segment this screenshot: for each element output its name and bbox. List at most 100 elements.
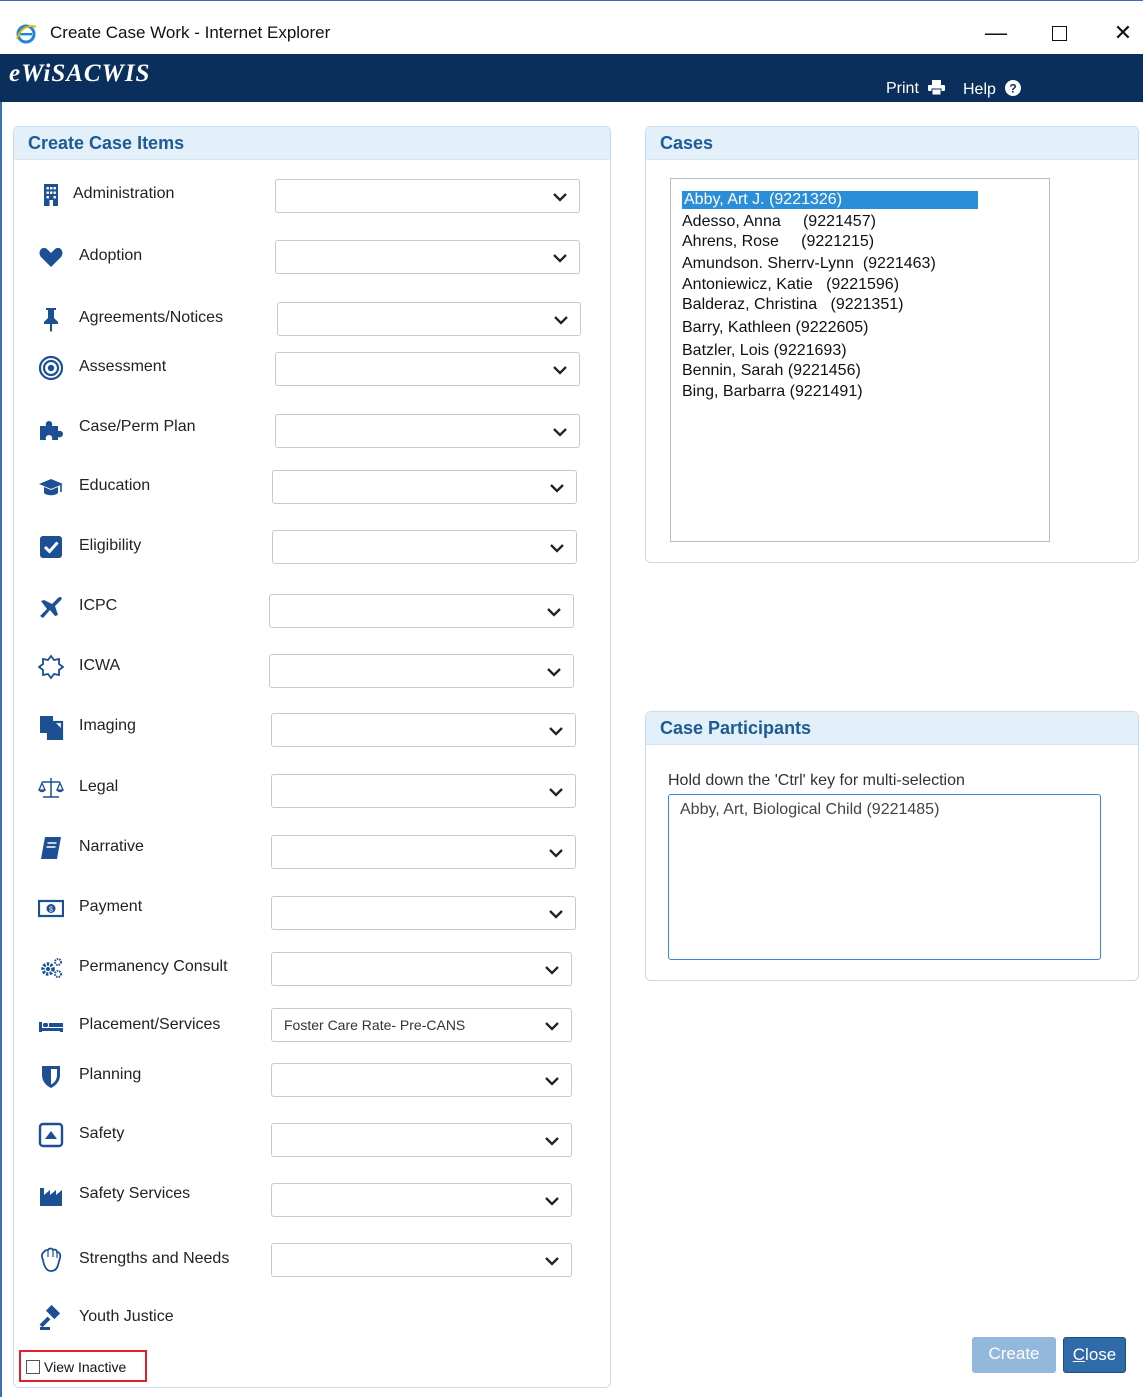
participant-list-item[interactable]: Abby, Art, Biological Child (9221485) <box>680 801 939 819</box>
case-item-select[interactable] <box>277 302 581 336</box>
app-header: eWiSACWIS Print Help ? <box>0 54 1143 102</box>
print-label: Print <box>886 80 919 97</box>
window-left-border <box>0 102 2 1397</box>
svg-text:?: ? <box>1010 82 1017 96</box>
view-inactive-label: View Inactive <box>44 1359 127 1375</box>
chevron-down-icon <box>550 541 564 555</box>
target-icon <box>38 355 64 381</box>
case-list-item[interactable]: Antoniewicz, Katie (9221596) <box>682 276 899 294</box>
case-item-select[interactable] <box>271 1063 572 1097</box>
case-item-select[interactable] <box>275 414 580 448</box>
case-item-select[interactable]: Foster Care Rate- Pre-CANS <box>271 1008 572 1042</box>
case-participants-title: Case Participants <box>646 712 1138 745</box>
case-item-select[interactable] <box>269 594 574 628</box>
case-list-item[interactable]: Ahrens, Rose (9221215) <box>682 233 874 251</box>
minimize-button[interactable]: — <box>981 19 1011 49</box>
case-list-item[interactable]: Barry, Kathleen (9222605) <box>682 319 868 337</box>
case-list-item[interactable]: Bennin, Sarah (9221456) <box>682 362 861 380</box>
chevron-down-icon <box>553 251 567 265</box>
multi-selection-hint: Hold down the 'Ctrl' key for multi-selec… <box>668 772 965 789</box>
chevron-down-icon <box>545 963 559 977</box>
case-item-select[interactable] <box>275 240 580 274</box>
case-list-item[interactable]: Bing, Barbarra (9221491) <box>682 383 863 401</box>
industry-icon <box>38 1182 64 1208</box>
chevron-down-icon <box>553 363 567 377</box>
plane-icon <box>38 594 64 620</box>
case-list-item[interactable]: Amundson. Sherrv-Lynn (9221463) <box>682 255 936 273</box>
case-item-label: Adoption <box>79 247 143 264</box>
window-titlebar: Create Case Work - Internet Explorer — ✕ <box>0 0 1143 54</box>
chevron-down-icon <box>545 1019 559 1033</box>
case-item-label: Agreements/Notices <box>79 309 224 326</box>
case-list-item[interactable]: Adesso, Anna (9221457) <box>682 213 876 231</box>
case-item-label: Case/Perm Plan <box>79 418 196 435</box>
question-circle-icon: ? <box>1005 80 1022 101</box>
chevron-down-icon <box>554 313 568 327</box>
view-inactive-checkbox[interactable]: View Inactive <box>19 1350 147 1382</box>
close-button[interactable]: Close <box>1063 1337 1126 1373</box>
window-close-button[interactable]: ✕ <box>1108 19 1138 49</box>
help-label: Help <box>963 81 996 98</box>
heart-icon <box>38 244 64 270</box>
case-item-select[interactable] <box>275 179 580 213</box>
chevron-down-icon <box>549 785 563 799</box>
case-list-item[interactable]: Abby, Art J. (9221326) <box>682 191 978 209</box>
maximize-icon <box>1051 26 1067 41</box>
case-item-label: Education <box>79 477 151 494</box>
case-item-select[interactable] <box>272 530 577 564</box>
sun-outline-icon <box>38 654 64 680</box>
app-brand: eWiSACWIS <box>9 60 151 87</box>
case-item-label: Strengths and Needs <box>79 1250 230 1267</box>
case-item-select-value: Foster Care Rate- Pre-CANS <box>284 1017 466 1033</box>
case-item-select[interactable] <box>271 774 576 808</box>
checkbox-checked-icon <box>38 534 64 560</box>
case-item-label: Eligibility <box>79 537 142 554</box>
chevron-down-icon <box>549 846 563 860</box>
chevron-down-icon <box>553 190 567 204</box>
gavel-icon <box>38 1305 64 1331</box>
case-item-select[interactable] <box>272 470 577 504</box>
hand-icon <box>38 1247 64 1273</box>
chevron-down-icon <box>550 481 564 495</box>
case-item-select[interactable] <box>271 835 576 869</box>
caret-square-up-icon <box>38 1122 64 1148</box>
chevron-down-icon <box>545 1134 559 1148</box>
case-item-select[interactable] <box>271 1183 572 1217</box>
maximize-button[interactable] <box>1044 19 1074 49</box>
scales-icon <box>38 775 64 801</box>
case-item-select[interactable] <box>271 1243 572 1277</box>
case-participants-listbox[interactable]: Abby, Art, Biological Child (9221485) <box>668 794 1101 960</box>
case-item-select[interactable] <box>271 952 572 986</box>
bed-icon <box>38 1013 64 1039</box>
case-item-label: Narrative <box>79 838 144 855</box>
building-icon <box>38 182 64 208</box>
chevron-down-icon <box>547 605 561 619</box>
chevron-down-icon <box>545 1194 559 1208</box>
create-button[interactable]: Create <box>972 1337 1056 1373</box>
create-case-items-title: Create Case Items <box>14 127 610 160</box>
help-link[interactable]: Help ? <box>963 80 1022 101</box>
chevron-down-icon <box>547 665 561 679</box>
case-item-select[interactable] <box>275 352 580 386</box>
print-link[interactable]: Print <box>886 80 946 100</box>
copy-icon <box>38 714 64 740</box>
case-item-label: Legal <box>79 778 119 795</box>
case-list-item[interactable]: Batzler, Lois (9221693) <box>682 342 847 360</box>
case-item-label: Permanency Consult <box>79 958 228 975</box>
case-item-label: Administration <box>73 185 175 202</box>
chevron-down-icon <box>549 724 563 738</box>
graduation-cap-icon <box>38 474 64 500</box>
case-item-label: Placement/Services <box>79 1016 221 1033</box>
svg-text:$: $ <box>49 907 53 914</box>
case-item-select[interactable] <box>271 896 576 930</box>
case-item-label: Safety <box>79 1125 125 1142</box>
internet-explorer-icon <box>15 23 37 45</box>
case-item-label: Imaging <box>79 717 136 734</box>
case-item-select[interactable] <box>271 713 576 747</box>
cases-title: Cases <box>646 127 1138 160</box>
case-item-label: Safety Services <box>79 1185 191 1202</box>
case-list-item[interactable]: Balderaz, Christina (9221351) <box>682 296 903 314</box>
case-item-select[interactable] <box>269 654 574 688</box>
cases-listbox[interactable]: Abby, Art J. (9221326) Adesso, Anna (9221… <box>670 178 1050 542</box>
case-item-select[interactable] <box>271 1123 572 1157</box>
